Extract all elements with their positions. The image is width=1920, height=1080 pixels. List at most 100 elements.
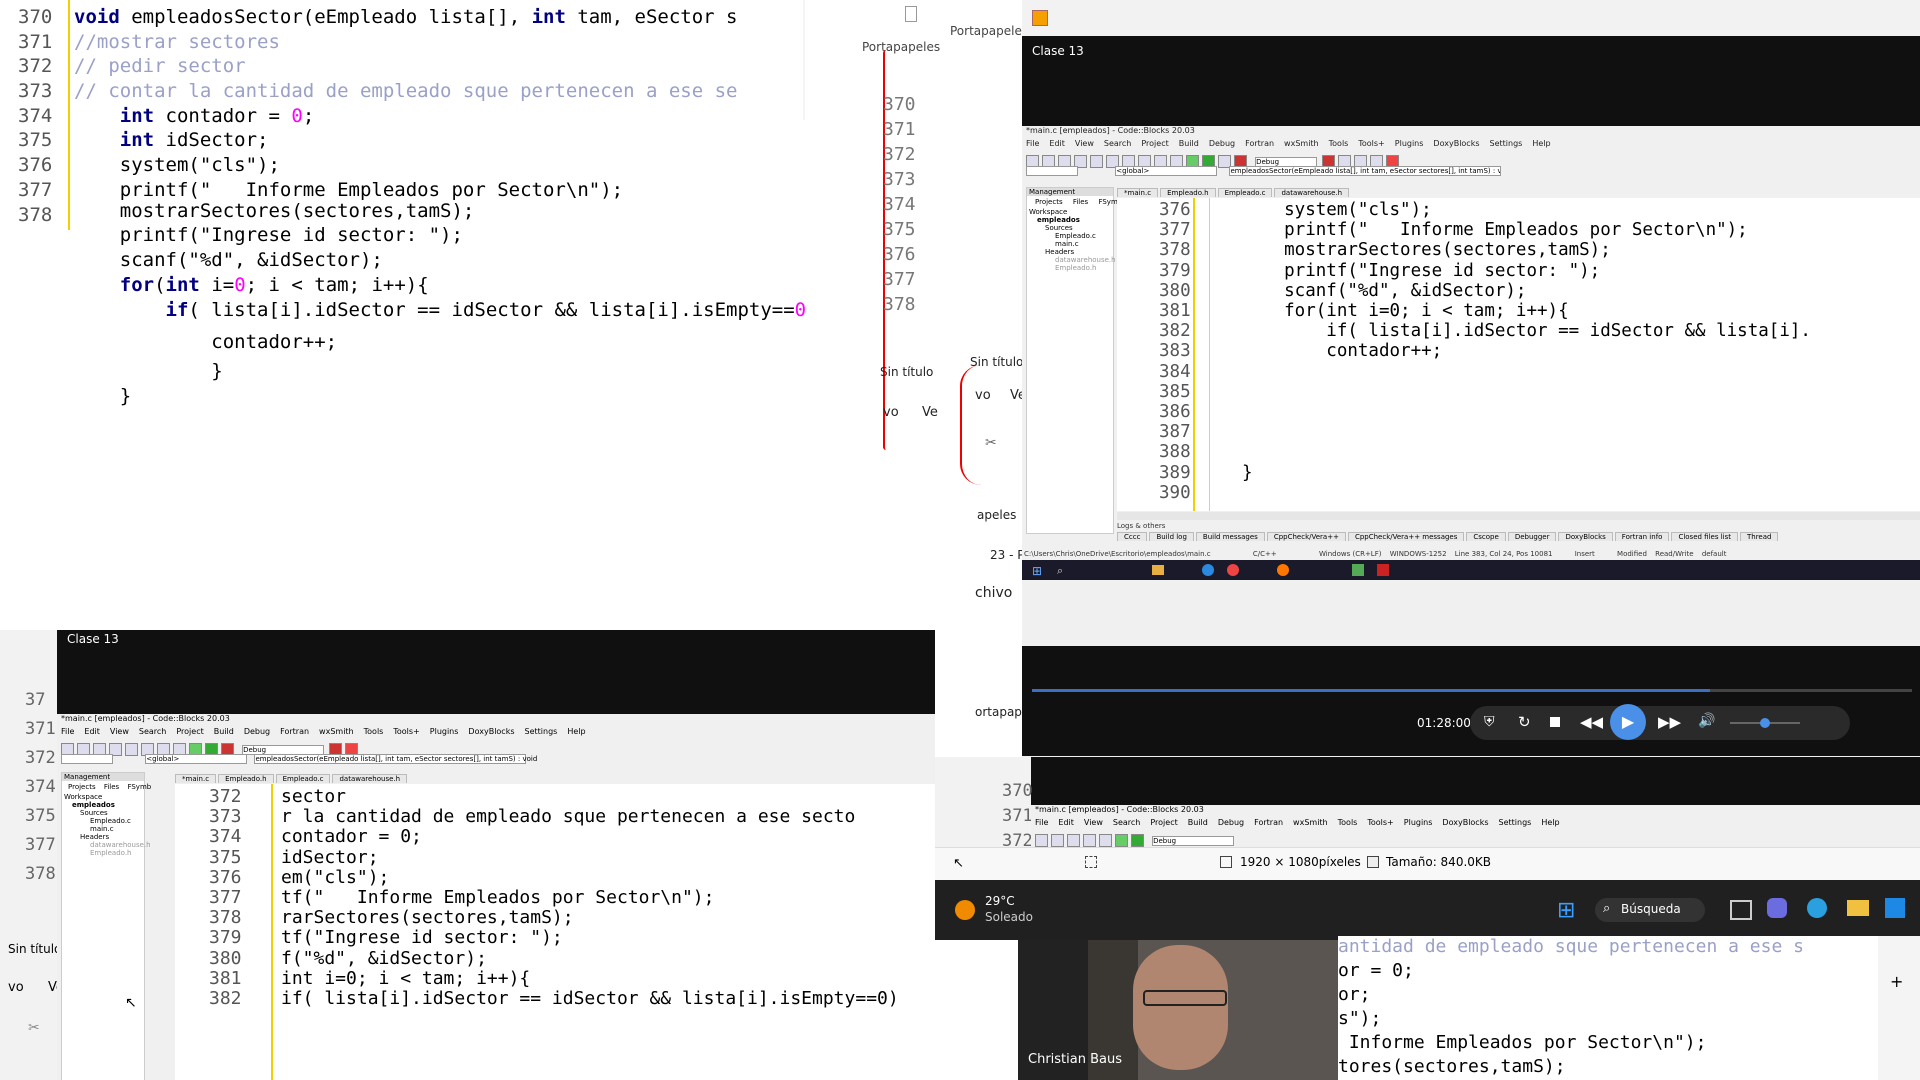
log-tab[interactable]: Cccc (1117, 532, 1148, 541)
run-icon[interactable] (1131, 834, 1144, 847)
build-target-select[interactable]: Debug (1152, 835, 1235, 846)
log-tab[interactable]: CppCheck/Vera++ messages (1347, 532, 1465, 541)
tab-empleado-h[interactable]: Empleado.h (1160, 188, 1216, 197)
menu-tools[interactable]: Tools (1329, 139, 1349, 148)
menu-doxyblocks[interactable]: DoxyBlocks (1442, 818, 1488, 827)
log-tab[interactable]: Build messages (1195, 532, 1265, 541)
save-icon[interactable] (1067, 834, 1080, 847)
fast-forward-icon[interactable]: ▶▶ (1658, 713, 1681, 731)
menu-help[interactable]: Help (1532, 139, 1550, 148)
function-select[interactable]: empleadosSector(eEmpleado lista[], int t… (254, 754, 537, 764)
menu-project[interactable]: Project (1150, 818, 1177, 827)
stop-icon[interactable] (1550, 717, 1560, 727)
miniplayer-icon[interactable]: ⛨ (1484, 714, 1495, 730)
menu-settings[interactable]: Settings (1490, 139, 1523, 148)
menu-view[interactable]: View (1084, 818, 1103, 827)
menu-help[interactable]: Help (567, 727, 585, 736)
horizontal-scrollbar[interactable] (1117, 512, 1920, 520)
tab-datawarehouse-h[interactable]: datawarehouse.h (332, 774, 408, 783)
menu-view[interactable]: View (110, 727, 129, 736)
cut-icon[interactable]: ✂ (28, 1020, 40, 1036)
tree-file[interactable]: datawarehouse.h (1027, 256, 1116, 264)
tree-headers[interactable]: Headers (62, 833, 144, 841)
menu-build[interactable]: Build (1179, 139, 1199, 148)
menu-debug[interactable]: Debug (1209, 139, 1235, 148)
menu-search[interactable]: Search (139, 727, 166, 736)
play-button[interactable]: ▶ (1610, 704, 1646, 740)
tree-file[interactable]: Empleado.h (62, 849, 144, 857)
add-icon[interactable]: + (1890, 972, 1903, 991)
undo-icon[interactable] (1083, 834, 1096, 847)
file-explorer-icon[interactable] (1847, 900, 1869, 916)
tree-file[interactable]: main.c (62, 825, 144, 833)
menu-view[interactable]: View (1075, 139, 1094, 148)
volume-icon[interactable]: 🔊 (1698, 713, 1715, 729)
tab-main-c[interactable]: *main.c (175, 774, 217, 783)
menu-wxsmith[interactable]: wxSmith (1293, 818, 1328, 827)
log-tab[interactable]: Thread (1740, 532, 1779, 541)
tree-file[interactable]: datawarehouse.h (62, 841, 151, 849)
menu-tools-plus[interactable]: Tools+ (1358, 139, 1384, 148)
tab-files[interactable]: Files (1073, 198, 1088, 206)
log-tab[interactable]: DoxyBlocks (1558, 532, 1613, 541)
log-tab[interactable]: Build log (1149, 532, 1194, 541)
log-tab[interactable]: CppCheck/Vera++ (1266, 532, 1346, 541)
menu-edit[interactable]: Edit (84, 727, 100, 736)
menu-edit[interactable]: Edit (1058, 818, 1074, 827)
tree-sources[interactable]: Sources (62, 809, 144, 817)
menu-search[interactable]: Search (1104, 139, 1131, 148)
menu-tools-plus[interactable]: Tools+ (393, 727, 419, 736)
store-icon[interactable] (1885, 898, 1905, 918)
menu-doxyblocks[interactable]: DoxyBlocks (1433, 139, 1479, 148)
tab-empleado-c[interactable]: Empleado.c (275, 774, 331, 783)
open-icon[interactable] (1051, 834, 1064, 847)
scope-select[interactable]: <global> (145, 754, 248, 764)
menu-settings[interactable]: Settings (525, 727, 558, 736)
task-view-icon[interactable] (1730, 900, 1752, 920)
teams-icon[interactable] (1767, 898, 1787, 918)
menu-wxsmith[interactable]: wxSmith (319, 727, 354, 736)
menu-help[interactable]: Help (1541, 818, 1559, 827)
tab-fsymb[interactable]: FSymb (127, 783, 151, 791)
menu-tools-plus[interactable]: Tools+ (1367, 818, 1393, 827)
volume-slider[interactable] (1730, 718, 1800, 728)
scope-select-empty[interactable] (61, 754, 113, 764)
menu-file[interactable]: File (1026, 139, 1039, 148)
weather-desc[interactable]: Soleado (985, 910, 1033, 924)
scope-select-empty[interactable] (1026, 166, 1078, 176)
weather-icon[interactable] (955, 900, 975, 920)
build-target-select[interactable]: Debug (242, 744, 325, 755)
menu-build[interactable]: Build (214, 727, 234, 736)
tree-file[interactable]: Empleado.c (1027, 232, 1113, 240)
video-surface[interactable]: Clase 13 *main.c [empleados] - Code::Blo… (1022, 36, 1920, 756)
menu-fortran[interactable]: Fortran (280, 727, 309, 736)
weather-temp[interactable]: 29°C (985, 894, 1015, 908)
menu-search[interactable]: Search (1113, 818, 1140, 827)
menu-plugins[interactable]: Plugins (1395, 139, 1424, 148)
log-tab[interactable]: Cscope (1466, 532, 1506, 541)
menu-fortran[interactable]: Fortran (1245, 139, 1274, 148)
tab-datawarehouse-h[interactable]: datawarehouse.h (1274, 188, 1350, 197)
tab-projects[interactable]: Projects (1035, 198, 1063, 206)
tab-main-c[interactable]: *main.c (1117, 188, 1159, 197)
menu-file[interactable]: File (1035, 818, 1048, 827)
tab-empleado-c[interactable]: Empleado.c (1217, 188, 1273, 197)
seek-bar[interactable] (1032, 689, 1912, 692)
log-tab[interactable]: Fortran info (1614, 532, 1670, 541)
tab-projects[interactable]: Projects (68, 783, 96, 791)
code-editor[interactable]: 376 system("cls"); 377 printf(" Informe E… (1117, 198, 1920, 511)
tree-file[interactable]: main.c (1027, 240, 1113, 248)
menu-project[interactable]: Project (176, 727, 203, 736)
tree-file[interactable]: Empleado.c (62, 817, 144, 825)
rewind-icon[interactable]: ◀◀ (1580, 713, 1603, 731)
volume-thumb[interactable] (1760, 718, 1770, 728)
menu-debug[interactable]: Debug (1218, 818, 1244, 827)
log-tab[interactable]: Closed files list (1671, 532, 1738, 541)
new-file-icon[interactable] (1035, 834, 1048, 847)
menu-plugins[interactable]: Plugins (1404, 818, 1433, 827)
build-icon[interactable] (1115, 834, 1128, 847)
menu-build[interactable]: Build (1188, 818, 1208, 827)
tree-headers[interactable]: Headers (1027, 248, 1113, 256)
tab-empleado-h[interactable]: Empleado.h (218, 774, 274, 783)
cut-icon[interactable]: ✂ (985, 435, 997, 451)
